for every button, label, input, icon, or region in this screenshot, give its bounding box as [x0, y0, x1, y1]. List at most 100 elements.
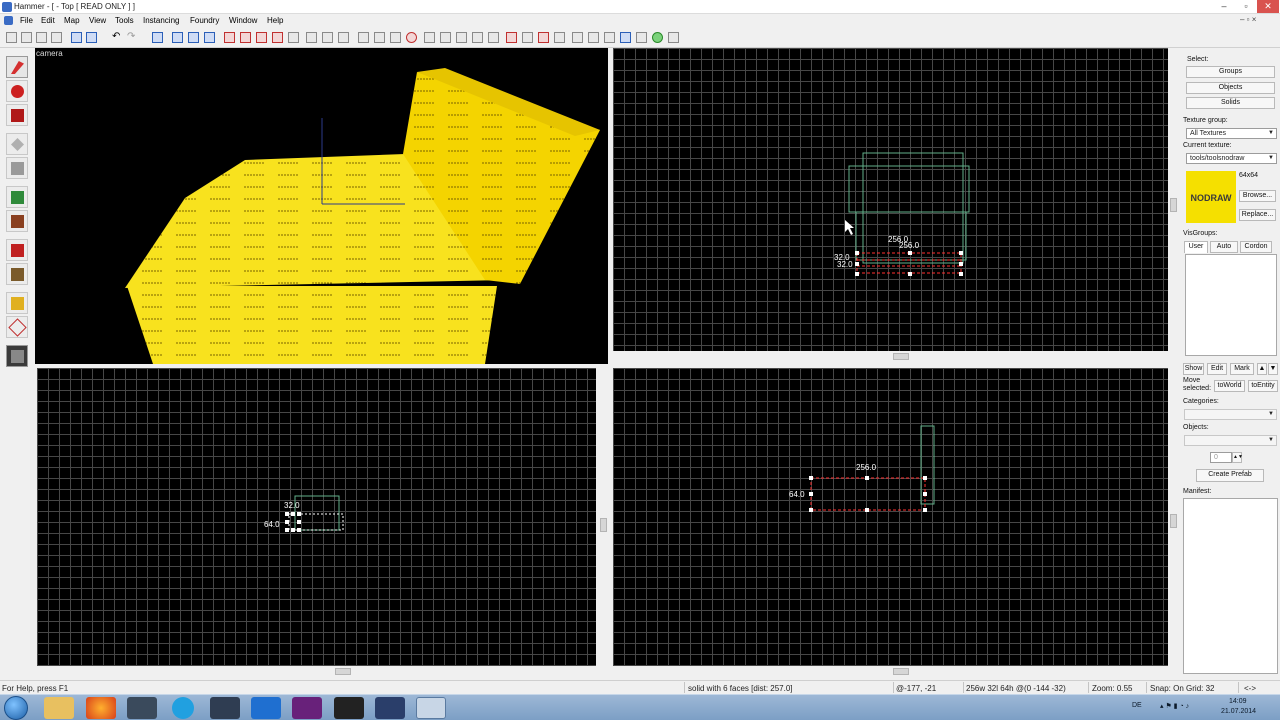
skype-icon[interactable]	[172, 697, 194, 719]
language-indicator[interactable]: DE	[1132, 702, 1142, 709]
select-solids-button[interactable]: Solids	[1186, 97, 1275, 109]
prefab-count-input[interactable]: 0	[1210, 452, 1232, 463]
hollow-icon[interactable]	[172, 32, 183, 43]
start-button[interactable]	[4, 696, 28, 720]
menu-map[interactable]: Map	[64, 16, 80, 25]
menu-file[interactable]: File	[20, 16, 33, 25]
magnify-tool[interactable]	[6, 80, 28, 102]
scroll-thumb[interactable]	[893, 668, 909, 675]
scroll-thumb[interactable]	[1170, 198, 1177, 212]
tray-icons[interactable]: ▴ ⚑ ▮ ◔ ♪	[1160, 702, 1189, 710]
scroll-thumb[interactable]	[600, 518, 607, 532]
unity-icon[interactable]	[210, 697, 240, 719]
manifest-list[interactable]	[1183, 498, 1278, 674]
menu-tools[interactable]: Tools	[115, 16, 134, 25]
overlay-tool[interactable]	[6, 263, 28, 285]
hide-icon[interactable]	[224, 32, 235, 43]
apply-texture-tool[interactable]	[6, 210, 28, 232]
texture-preview[interactable]: NODRAW	[1186, 171, 1236, 223]
cordon-icon[interactable]	[424, 32, 435, 43]
close-button[interactable]: ✕	[1257, 0, 1279, 13]
overlay-icon[interactable]	[554, 32, 565, 43]
current-texture-select[interactable]: tools/toolsnodraw ▼	[1186, 153, 1277, 164]
restore-button[interactable]: ▫	[1235, 0, 1257, 13]
cut-icon[interactable]	[306, 32, 317, 43]
mirror-icon[interactable]	[488, 32, 499, 43]
side-viewport-vscroll[interactable]	[599, 368, 608, 666]
group-icon[interactable]	[71, 32, 82, 43]
light-icon[interactable]	[604, 32, 615, 43]
paste-icon[interactable]	[338, 32, 349, 43]
selection-tool[interactable]	[6, 56, 28, 78]
front-viewport-hscroll[interactable]	[613, 667, 1168, 676]
top-viewport-hscroll[interactable]	[613, 352, 1168, 361]
sound-icon[interactable]	[588, 32, 599, 43]
categories-select[interactable]: ▼	[1184, 409, 1277, 420]
run-map-icon[interactable]	[506, 32, 517, 43]
camera-tool[interactable]	[6, 104, 28, 126]
compile-icon[interactable]	[406, 32, 417, 43]
clock-time[interactable]: 14:09	[1229, 698, 1247, 705]
vertex-icon[interactable]	[204, 32, 215, 43]
top-viewport[interactable]: 256.0 256.0 32.0 32.0	[613, 48, 1168, 351]
front-viewport[interactable]: 256.0 64.0	[613, 368, 1168, 666]
redo-icon[interactable]: ↷	[127, 32, 138, 43]
clock-date[interactable]: 21.07.2014	[1221, 708, 1256, 715]
texture-scale-icon[interactable]	[374, 32, 385, 43]
cm-icon[interactable]	[636, 32, 647, 43]
media-player-icon[interactable]	[251, 697, 281, 719]
browse-button[interactable]: Browse...	[1239, 190, 1276, 202]
quickhide-icon[interactable]	[256, 32, 267, 43]
texture-tool[interactable]	[6, 186, 28, 208]
grid-smaller-icon[interactable]	[21, 32, 32, 43]
visgroup-edit-button[interactable]: Edit	[1207, 363, 1227, 375]
camera-viewport[interactable]: camera	[35, 48, 608, 364]
toggle-helper-icon[interactable]	[288, 32, 299, 43]
top-viewport-vscroll[interactable]	[1169, 48, 1178, 351]
to-entity-button[interactable]: toEntity	[1248, 380, 1278, 392]
display-options-icon[interactable]	[668, 32, 679, 43]
spin-arrows-icon[interactable]: ▲▼	[1232, 452, 1243, 463]
3d-grid-icon[interactable]	[51, 32, 62, 43]
replace-button[interactable]: Replace...	[1239, 209, 1276, 221]
scroll-thumb[interactable]	[893, 353, 909, 360]
minimize-button[interactable]: –	[1213, 0, 1235, 13]
visgroup-show-button[interactable]: Show	[1183, 363, 1204, 375]
show-all-icon[interactable]	[272, 32, 283, 43]
clip-icon[interactable]	[188, 32, 199, 43]
document-window-controls[interactable]: – ▫ ×	[1240, 15, 1256, 24]
tab-auto[interactable]: Auto	[1210, 241, 1238, 253]
visgroup-mark-button[interactable]: Mark	[1230, 363, 1254, 375]
path-tool[interactable]	[6, 345, 28, 367]
foundry-icon[interactable]	[652, 32, 663, 43]
move-down-icon[interactable]: ▼	[1268, 363, 1278, 375]
scroll-thumb[interactable]	[1170, 514, 1177, 528]
menu-view[interactable]: View	[89, 16, 106, 25]
menu-window[interactable]: Window	[229, 16, 257, 25]
select-objects-button[interactable]: Objects	[1186, 82, 1275, 94]
check-map-icon[interactable]	[456, 32, 467, 43]
grid-toggle-icon[interactable]	[6, 32, 17, 43]
hammer-taskbar-icon[interactable]	[416, 697, 446, 719]
model-icon[interactable]	[572, 32, 583, 43]
document-icon[interactable]	[4, 16, 13, 25]
side-viewport-hscroll[interactable]	[37, 667, 596, 676]
move-up-icon[interactable]: ▲	[1257, 363, 1267, 375]
align-icon[interactable]	[390, 32, 401, 43]
show-icon[interactable]	[240, 32, 251, 43]
instance-icon[interactable]	[620, 32, 631, 43]
select-all-icon[interactable]	[440, 32, 451, 43]
steam-icon[interactable]	[127, 697, 157, 719]
firefox-icon[interactable]	[86, 697, 116, 719]
undo-icon[interactable]: ↶	[112, 32, 123, 43]
block-tool[interactable]	[6, 157, 28, 179]
menu-help[interactable]: Help	[267, 16, 283, 25]
decal-icon[interactable]	[538, 32, 549, 43]
clipping-tool[interactable]	[6, 292, 28, 314]
to-world-button[interactable]: toWorld	[1214, 380, 1245, 392]
select-groups-button[interactable]: Groups	[1186, 66, 1275, 78]
ungroup-icon[interactable]	[86, 32, 97, 43]
texture-lock-icon[interactable]	[358, 32, 369, 43]
menu-instancing[interactable]: Instancing	[143, 16, 179, 25]
entity-report-icon[interactable]	[472, 32, 483, 43]
